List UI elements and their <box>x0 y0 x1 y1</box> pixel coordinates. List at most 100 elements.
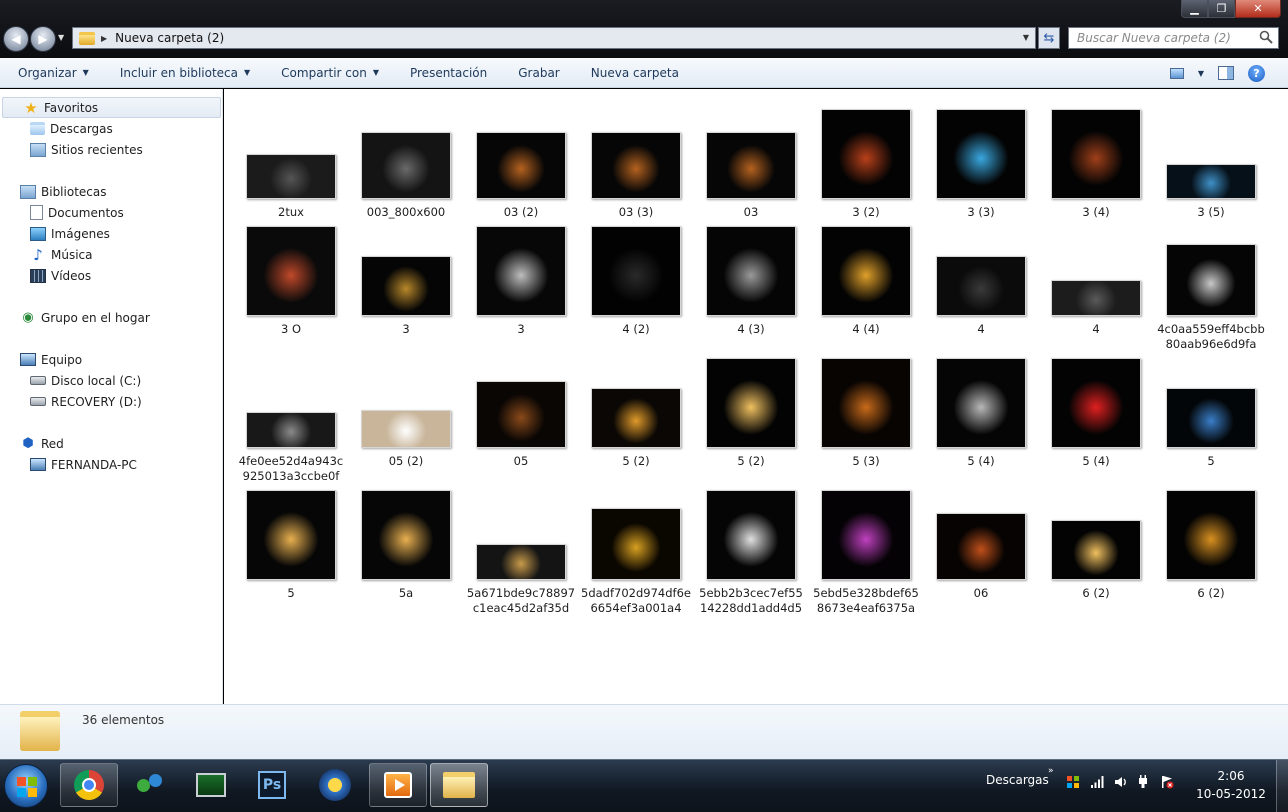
file-thumbnail[interactable] <box>246 154 336 199</box>
nav-musica[interactable]: ♪ Música <box>0 244 222 265</box>
file-thumbnail[interactable] <box>1166 490 1256 580</box>
file-tile[interactable]: 6 (2) <box>1041 478 1151 601</box>
file-tile[interactable]: 03 (3) <box>581 97 691 220</box>
file-thumbnail[interactable] <box>706 132 796 199</box>
file-tile[interactable]: 5dadf702d974df6e6654ef3a001a4 <box>581 478 691 616</box>
file-tile[interactable]: 5a671bde9c78897c1eac45d2af35d <box>466 478 576 616</box>
file-tile[interactable]: 3 <box>351 214 461 337</box>
file-tile[interactable]: 4fe0ee52d4a943c925013a3ccbe0f <box>236 346 346 484</box>
taskbar-explorer[interactable] <box>430 763 488 807</box>
slideshow-button[interactable]: Presentación <box>410 66 487 80</box>
file-thumbnail[interactable] <box>476 226 566 316</box>
file-tile[interactable]: 4 <box>926 214 1036 337</box>
nav-sitios-recientes[interactable]: Sitios recientes <box>0 139 222 160</box>
taskbar-messenger[interactable] <box>121 763 179 807</box>
taskbar-photoshop[interactable]: Ps <box>243 763 301 807</box>
file-tile[interactable]: 03 (2) <box>466 97 576 220</box>
file-tile[interactable]: 3 (3) <box>926 97 1036 220</box>
file-thumbnail[interactable] <box>821 358 911 448</box>
windows-flag-tray-icon[interactable] <box>1066 775 1080 789</box>
file-thumbnail[interactable] <box>1051 109 1141 199</box>
file-thumbnail[interactable] <box>821 109 911 199</box>
file-tile[interactable]: 5 (3) <box>811 346 921 469</box>
file-tile[interactable]: 4 (4) <box>811 214 921 337</box>
file-tile[interactable]: 5ebd5e328bdef658673e4eaf6375a <box>811 478 921 616</box>
search-box[interactable] <box>1068 27 1279 49</box>
file-tile[interactable]: 5 <box>236 478 346 601</box>
nav-grupo-hogar[interactable]: ◉ Grupo en el hogar <box>0 307 222 328</box>
file-thumbnail[interactable] <box>936 358 1026 448</box>
file-thumbnail[interactable] <box>476 132 566 199</box>
recent-pages-button[interactable]: ▼ <box>58 33 64 42</box>
file-tile[interactable]: 4 <box>1041 214 1151 337</box>
file-tile[interactable]: 05 <box>466 346 576 469</box>
file-thumbnail[interactable] <box>706 226 796 316</box>
file-thumbnail[interactable] <box>361 256 451 316</box>
file-thumbnail[interactable] <box>591 508 681 580</box>
taskbar-media-player[interactable] <box>369 763 427 807</box>
back-button[interactable]: ◀ <box>3 26 29 52</box>
file-thumbnail[interactable] <box>246 412 336 448</box>
file-tile[interactable]: 5ebb2b3cec7ef5514228dd1add4d5 <box>696 478 806 616</box>
file-thumbnail[interactable] <box>1051 358 1141 448</box>
file-thumbnail[interactable] <box>591 388 681 448</box>
preview-pane-button[interactable] <box>1218 66 1234 80</box>
file-thumbnail[interactable] <box>936 256 1026 316</box>
burn-button[interactable]: Grabar <box>518 66 560 80</box>
nav-videos[interactable]: Vídeos <box>0 265 222 286</box>
start-button[interactable] <box>4 764 48 808</box>
maximize-button[interactable]: ❐ <box>1208 0 1235 18</box>
double-chevron-icon[interactable]: » <box>1048 766 1054 776</box>
address-bar[interactable]: ▶ Nueva carpeta (2) ▼ <box>72 27 1036 49</box>
nav-imagenes[interactable]: Imágenes <box>0 223 222 244</box>
file-tile[interactable]: 06 <box>926 478 1036 601</box>
taskbar-monitor-app[interactable] <box>182 763 240 807</box>
file-tile[interactable]: 5a <box>351 478 461 601</box>
share-with-menu[interactable]: Compartir con ▼ <box>281 66 379 80</box>
nav-disco-local[interactable]: Disco local (C:) <box>0 370 222 391</box>
search-icon[interactable] <box>1259 30 1273 44</box>
action-center-flag-icon[interactable] <box>1160 775 1174 789</box>
file-list[interactable]: 2tux 003_800x600 03 (2) 03 (3) 03 3 (2) 3 (3) 3… <box>224 89 1288 704</box>
view-options-button[interactable]: ▼ <box>1198 69 1204 78</box>
file-thumbnail[interactable] <box>361 490 451 580</box>
nav-favoritos[interactable]: ★ Favoritos <box>2 97 221 118</box>
file-tile[interactable]: 4c0aa559eff4bcbb80aab96e6d9fa <box>1156 214 1266 352</box>
new-folder-button[interactable]: Nueva carpeta <box>591 66 679 80</box>
breadcrumb-current-folder[interactable]: Nueva carpeta (2) <box>115 31 224 45</box>
file-thumbnail[interactable] <box>1166 164 1256 199</box>
file-thumbnail[interactable] <box>821 226 911 316</box>
file-tile[interactable]: 5 (2) <box>696 346 806 469</box>
signal-strength-icon[interactable] <box>1090 775 1104 789</box>
nav-equipo[interactable]: Equipo <box>0 349 222 370</box>
file-thumbnail[interactable] <box>476 381 566 448</box>
minimize-button[interactable]: ▁ <box>1181 0 1208 18</box>
change-view-button[interactable] <box>1169 67 1184 79</box>
file-thumbnail[interactable] <box>361 410 451 448</box>
file-tile[interactable]: 5 <box>1156 346 1266 469</box>
close-button[interactable]: ✕ <box>1235 0 1281 18</box>
file-thumbnail[interactable] <box>246 226 336 316</box>
nav-documentos[interactable]: Documentos <box>0 202 222 223</box>
file-tile[interactable]: 03 <box>696 97 806 220</box>
file-tile[interactable]: 2tux <box>236 97 346 220</box>
include-in-library-menu[interactable]: Incluir en biblioteca ▼ <box>120 66 250 80</box>
downloads-toolbar-label[interactable]: Descargas <box>986 773 1049 787</box>
show-desktop-button[interactable] <box>1276 760 1288 812</box>
organize-menu[interactable]: Organizar ▼ <box>18 66 89 80</box>
chevron-down-icon[interactable]: ▼ <box>1023 33 1029 42</box>
file-thumbnail[interactable] <box>1051 520 1141 580</box>
file-tile[interactable]: 5 (4) <box>1041 346 1151 469</box>
file-tile[interactable]: 05 (2) <box>351 346 461 469</box>
file-thumbnail[interactable] <box>706 358 796 448</box>
file-tile[interactable]: 5 (2) <box>581 346 691 469</box>
breadcrumb-separator-icon[interactable]: ▶ <box>101 34 107 43</box>
taskbar-arcsoft[interactable] <box>306 763 364 807</box>
file-thumbnail[interactable] <box>1051 280 1141 316</box>
volume-icon[interactable] <box>1114 775 1128 789</box>
file-thumbnail[interactable] <box>936 109 1026 199</box>
search-input[interactable] <box>1077 31 1257 45</box>
nav-fernanda-pc[interactable]: FERNANDA-PC <box>0 454 222 475</box>
file-thumbnail[interactable] <box>591 226 681 316</box>
nav-bibliotecas[interactable]: Bibliotecas <box>0 181 222 202</box>
